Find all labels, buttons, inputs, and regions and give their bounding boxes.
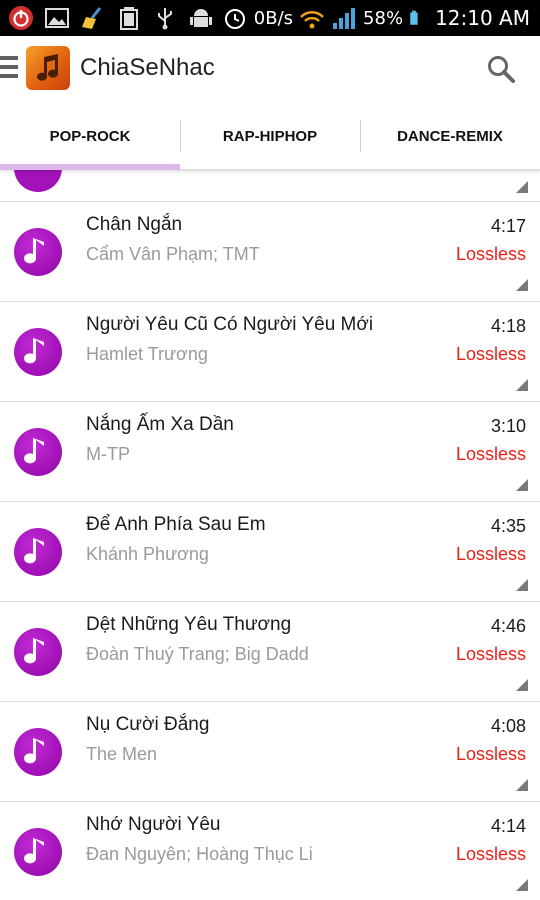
song-duration: 4:18 [490,316,526,336]
android-icon [190,9,212,27]
list-item[interactable]: Để Anh Phía Sau Em Khánh Phương 4:35 Lossle… [0,502,540,602]
corner-triangle-icon [516,879,528,891]
song-duration: 4:46 [490,616,526,636]
quality-badge: Lossless [455,344,526,364]
music-note-icon [14,170,62,192]
app-title: ChiaSeNhac [80,54,215,81]
song-title: Chân Ngắn [86,214,183,235]
music-note-icon [14,428,62,476]
tab-indicator [0,164,180,170]
song-duration: 4:14 [490,816,526,836]
battery-icon [410,10,418,25]
net-speed: 0B/s [253,7,294,29]
song-duration: 4:35 [490,516,526,536]
image-icon [45,8,69,28]
song-artist: Đan Nguyên; Hoàng Thục Li [86,844,313,864]
list-item[interactable]: Người Yêu Cũ Có Người Yêu Mới Hamlet Trươ… [0,302,540,402]
song-artist: M-TP [86,444,130,464]
list-item[interactable]: Nắng Ấm Xa Dần M-TP 3:10 Lossless [0,402,540,502]
usb-icon [158,8,172,30]
status-bar: 0B/s 58% 12:10 AM [0,0,540,36]
music-note-icon [14,828,62,876]
quality-badge: Lossless [455,544,526,564]
song-title: Nắng Ấm Xa Dần [86,414,234,435]
song-list[interactable]: Chân Ngắn Cẩm Vân Phạm; TMT 4:17 Lossless Ng… [0,170,540,900]
list-item[interactable]: Dệt Những Yêu Thương Đoàn Thuý Trang; Big… [0,602,540,702]
list-item[interactable]: Nhớ Người Yêu Đan Nguyên; Hoàng Thục Li 4:… [0,802,540,900]
battery-percent: 58% [363,7,404,29]
corner-triangle-icon [516,279,528,291]
song-title: Nhớ Người Yêu [86,814,221,835]
song-duration: 3:10 [490,416,526,436]
wifi-icon [300,10,324,29]
corner-triangle-icon [516,679,528,691]
drawer-icon[interactable] [0,56,20,82]
song-title: Người Yêu Cũ Có Người Yêu Mới [86,314,374,335]
search-icon[interactable] [486,54,516,84]
corner-triangle-icon [516,579,528,591]
music-note-icon [14,228,62,276]
song-artist: Đoàn Thuý Trang; Big Dadd [86,644,309,664]
music-note-icon [14,628,62,676]
quality-badge: Lossless [455,644,526,664]
song-artist: The Men [86,744,158,764]
battery-usb-icon [120,7,138,30]
tab-rap-hiphop[interactable]: RAP-HIPHOP [180,102,360,170]
quality-badge: Lossless [455,244,526,264]
signal-icon [333,8,356,29]
corner-triangle-icon [516,779,528,791]
tab-dance-remix[interactable]: DANCE-REMIX [360,102,540,170]
status-left-icons [8,3,214,33]
music-note-icon [14,728,62,776]
app-logo-icon[interactable] [26,46,70,90]
song-artist: Hamlet Trương [86,344,208,364]
song-duration: 4:17 [490,216,526,236]
list-item[interactable]: Chân Ngắn Cẩm Vân Phạm; TMT 4:17 Lossless [0,202,540,302]
music-note-icon [14,328,62,376]
power-icon [9,6,33,30]
quality-badge: Lossless [455,844,526,864]
category-tabs: POP-ROCK RAP-HIPHOP DANCE-REMIX [0,102,540,170]
song-duration: 4:08 [490,716,526,736]
alarm-icon [224,9,245,29]
corner-triangle-icon [516,181,528,193]
song-artist: Cẩm Vân Phạm; TMT [86,244,260,264]
song-artist: Khánh Phương [86,544,209,564]
song-title: Nụ Cười Đắng [86,714,210,735]
tab-pop-rock[interactable]: POP-ROCK [0,102,180,170]
action-bar: ChiaSeNhac [0,36,540,102]
corner-triangle-icon [516,379,528,391]
quality-badge: Lossless [455,744,526,764]
broom-icon [82,7,102,29]
list-item[interactable]: Nụ Cười Đắng The Men 4:08 Lossless [0,702,540,802]
quality-badge: Lossless [455,444,526,464]
song-title: Để Anh Phía Sau Em [86,514,266,535]
list-item-partial[interactable] [0,170,540,202]
clock: 12:10 AM [435,6,530,30]
music-note-icon [14,528,62,576]
song-title: Dệt Những Yêu Thương [86,614,292,635]
corner-triangle-icon [516,479,528,491]
status-right-icons: 0B/s 58% 12:10 AM [222,0,530,36]
